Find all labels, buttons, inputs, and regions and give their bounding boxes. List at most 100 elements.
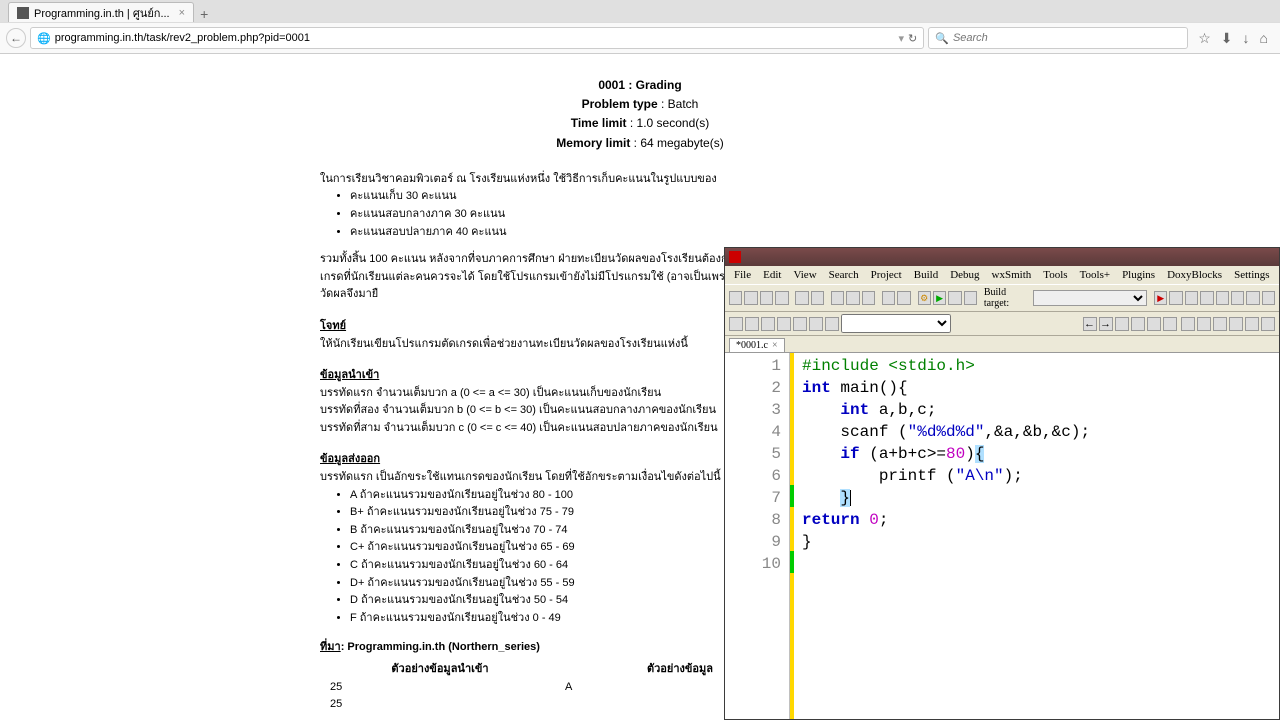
close-editor-tab-icon[interactable]: × <box>772 340 778 351</box>
reload-button[interactable]: ↻ <box>908 32 917 45</box>
url-input[interactable] <box>55 32 895 44</box>
build-icon[interactable]: ⚙ <box>918 291 931 305</box>
tb2-icon[interactable] <box>1245 317 1259 331</box>
menu-plugins[interactable]: Plugins <box>1117 268 1160 282</box>
new-file-icon[interactable] <box>729 291 742 305</box>
pocket-icon[interactable]: ⬇ <box>1221 30 1233 47</box>
list-item: คะแนนเก็บ 30 คะแนน <box>350 188 960 206</box>
home-icon[interactable]: ⌂ <box>1260 30 1268 47</box>
ide-window: File Edit View Search Project Build Debu… <box>724 247 1280 720</box>
menu-wxsmith[interactable]: wxSmith <box>987 268 1037 282</box>
save-icon[interactable] <box>760 291 773 305</box>
ide-menu-bar: File Edit View Search Project Build Debu… <box>725 266 1279 284</box>
tb2-icon[interactable] <box>1131 317 1145 331</box>
editor-tab[interactable]: *0001.c × <box>729 338 785 352</box>
next-instr-icon[interactable] <box>1216 291 1229 305</box>
rebuild-icon[interactable] <box>964 291 977 305</box>
tb2-icon[interactable] <box>1163 317 1177 331</box>
step-out-icon[interactable] <box>1200 291 1213 305</box>
step-into-icon[interactable] <box>1185 291 1198 305</box>
tb2-icon[interactable] <box>1261 317 1275 331</box>
tb2-icon[interactable] <box>761 317 775 331</box>
replace-icon[interactable] <box>897 291 910 305</box>
tb2-icon[interactable] <box>1229 317 1243 331</box>
line-gutter: 1 2 3 4 5 6 7 8 9 10 <box>725 353 790 719</box>
tb2-select[interactable] <box>841 314 951 333</box>
back-button[interactable]: ← <box>6 28 26 48</box>
source-value: : Programming.in.th (Northern_series) <box>341 641 540 653</box>
app-icon <box>729 251 741 263</box>
menu-toolsplus[interactable]: Tools+ <box>1075 268 1116 282</box>
menu-tools[interactable]: Tools <box>1038 268 1072 282</box>
search-box[interactable]: 🔍 <box>928 27 1188 49</box>
browser-chrome: Programming.in.th | ศูนย์ก... × + ← 🌐 ▾ … <box>0 0 1280 54</box>
ex-in-1: 25 <box>330 679 565 697</box>
tb2-icon[interactable] <box>793 317 807 331</box>
new-tab-button[interactable]: + <box>194 6 214 22</box>
menu-debug[interactable]: Debug <box>945 268 984 282</box>
text-cursor <box>850 490 851 506</box>
tb2-icon[interactable] <box>1213 317 1227 331</box>
stop-icon[interactable] <box>1262 291 1275 305</box>
tb2-icon[interactable] <box>809 317 823 331</box>
line-no: 7 <box>725 487 781 509</box>
menu-doxyblocks[interactable]: DoxyBlocks <box>1162 268 1227 282</box>
copy-icon[interactable] <box>846 291 859 305</box>
favicon-icon <box>17 7 29 19</box>
build-target-select[interactable] <box>1033 290 1147 306</box>
cut-icon[interactable] <box>831 291 844 305</box>
search-icon: 🔍 <box>935 32 949 45</box>
nav-fwd-icon[interactable]: → <box>1099 317 1113 331</box>
problem-type-label: Problem type <box>582 97 658 111</box>
ex-out-1: A <box>565 679 572 697</box>
ide-tabs: *0001.c × <box>725 336 1279 352</box>
downloads-icon[interactable]: ↓ <box>1243 30 1250 47</box>
search-input[interactable] <box>953 32 1181 44</box>
step-over-icon[interactable] <box>1169 291 1182 305</box>
tb2-icon[interactable] <box>745 317 759 331</box>
memory-limit-label: Memory limit <box>556 136 630 150</box>
editor-tab-label: *0001.c <box>736 340 768 351</box>
menu-settings[interactable]: Settings <box>1229 268 1274 282</box>
menu-project[interactable]: Project <box>866 268 907 282</box>
close-tab-icon[interactable]: × <box>179 7 185 19</box>
code-editor[interactable]: 1 2 3 4 5 6 7 8 9 10 #include <stdio.h> … <box>725 352 1279 719</box>
save-all-icon[interactable] <box>775 291 788 305</box>
nav-back-icon[interactable]: ← <box>1083 317 1097 331</box>
menu-search[interactable]: Search <box>824 268 864 282</box>
open-file-icon[interactable] <box>744 291 757 305</box>
intro-text: ในการเรียนวิชาคอมพิวเตอร์ ณ โรงเรียนแห่ง… <box>320 171 960 189</box>
browser-tab[interactable]: Programming.in.th | ศูนย์ก... × <box>8 2 194 22</box>
tb2-icon[interactable] <box>1147 317 1161 331</box>
menu-edit[interactable]: Edit <box>758 268 786 282</box>
bookmark-icon[interactable]: ☆ <box>1198 30 1211 47</box>
run-icon[interactable]: ▶ <box>933 291 946 305</box>
menu-file[interactable]: File <box>729 268 756 282</box>
tb2-icon[interactable] <box>777 317 791 331</box>
debug-run-icon[interactable]: ▶ <box>1154 291 1167 305</box>
ide-toolbar-2: ← → <box>725 312 1279 336</box>
line-no: 6 <box>725 465 781 487</box>
step-instr-icon[interactable] <box>1231 291 1244 305</box>
line-no: 9 <box>725 531 781 553</box>
redo-icon[interactable] <box>811 291 824 305</box>
menu-help[interactable]: Help <box>1277 268 1280 282</box>
memory-limit-value: : 64 megabyte(s) <box>634 136 724 150</box>
tb2-icon[interactable] <box>729 317 743 331</box>
undo-icon[interactable] <box>795 291 808 305</box>
build-run-icon[interactable] <box>948 291 961 305</box>
paste-icon[interactable] <box>862 291 875 305</box>
code-area[interactable]: #include <stdio.h> int main(){ int a,b,c… <box>794 353 1279 719</box>
url-box[interactable]: 🌐 ▾ ↻ <box>30 27 924 49</box>
find-icon[interactable] <box>882 291 895 305</box>
tb2-icon[interactable] <box>825 317 839 331</box>
dropdown-icon[interactable]: ▾ <box>898 32 904 45</box>
tb2-icon[interactable] <box>1197 317 1211 331</box>
menu-view[interactable]: View <box>788 268 821 282</box>
tb2-icon[interactable] <box>1115 317 1129 331</box>
menu-build[interactable]: Build <box>909 268 943 282</box>
tb2-icon[interactable] <box>1181 317 1195 331</box>
ide-titlebar[interactable] <box>725 248 1279 266</box>
break-icon[interactable] <box>1246 291 1259 305</box>
tab-bar: Programming.in.th | ศูนย์ก... × + <box>0 0 1280 22</box>
